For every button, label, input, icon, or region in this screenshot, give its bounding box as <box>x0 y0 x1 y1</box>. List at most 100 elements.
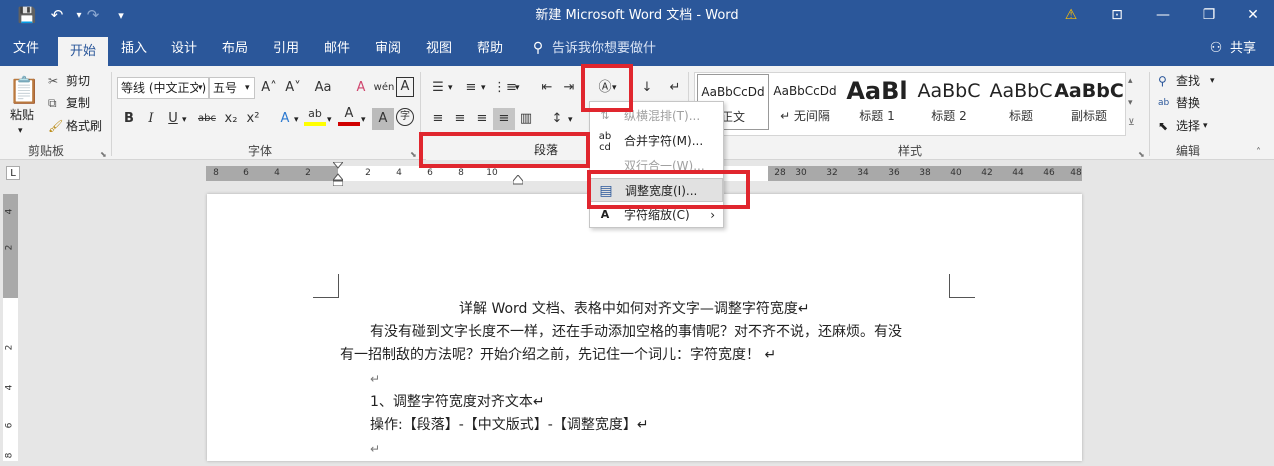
italic-button[interactable]: I <box>140 108 162 130</box>
replace-icon[interactable]: ab <box>1158 94 1169 112</box>
style-heading2[interactable]: AaBbC 标题 2 <box>913 74 985 130</box>
tab-layout[interactable]: 布局 <box>213 31 257 66</box>
character-shading-icon[interactable]: A <box>372 108 394 130</box>
minimize-button[interactable]: — <box>1140 0 1186 31</box>
highlight-icon[interactable]: ab <box>304 106 326 126</box>
bold-button[interactable]: B <box>118 108 140 130</box>
numbering-icon[interactable]: ≡ <box>460 77 482 99</box>
highlight-dropdown-icon[interactable]: ▾ <box>327 111 332 129</box>
tab-view[interactable]: 视图 <box>417 31 461 66</box>
format-painter-button[interactable]: 格式刷 <box>66 117 102 135</box>
copy-button[interactable]: 复制 <box>66 94 90 112</box>
font-color-icon[interactable]: A <box>338 106 360 126</box>
crop-mark-left <box>313 274 339 298</box>
doc-para1-line1: 有没有碰到文字长度不一样，还在手动添加空格的事情呢？对不齐不说，还麻烦。有没 <box>370 324 902 340</box>
align-right-icon[interactable]: ≡ <box>471 108 493 130</box>
find-icon[interactable]: ⚲ <box>1158 72 1167 90</box>
share-button[interactable]: 共享 <box>1226 31 1260 66</box>
tab-file[interactable]: 文件 <box>4 31 48 66</box>
highlight-box-asian-layout <box>581 64 633 112</box>
share-person-icon[interactable]: ⚇ <box>1208 31 1224 66</box>
format-painter-icon[interactable]: 🖌 <box>48 117 63 135</box>
text-effects-dropdown-icon[interactable]: ▾ <box>294 111 299 129</box>
select-dropdown-icon[interactable]: ▾ <box>1203 117 1208 135</box>
select-button[interactable]: 选择 <box>1176 117 1200 135</box>
subscript-button[interactable]: x₂ <box>220 108 242 130</box>
tab-design[interactable]: 设计 <box>162 31 206 66</box>
character-border-icon[interactable]: A <box>396 77 414 97</box>
find-dropdown-icon[interactable]: ▾ <box>1210 72 1215 90</box>
close-button[interactable]: ✕ <box>1230 0 1274 31</box>
styles-scroll-up-icon[interactable]: ▴ <box>1128 72 1133 90</box>
copy-icon[interactable]: ⧉ <box>48 94 57 112</box>
warning-icon[interactable]: ⚠ <box>1048 0 1094 31</box>
editing-group-label: 编辑 <box>1175 144 1200 158</box>
bullets-icon[interactable]: ☰ <box>427 77 449 99</box>
paste-icon[interactable]: 📋 <box>8 74 40 108</box>
ruler-tick: 40 <box>950 168 962 178</box>
multilevel-dropdown-icon[interactable]: ▾ <box>515 79 520 97</box>
text-effects-icon[interactable]: A <box>274 108 296 130</box>
multilevel-list-icon[interactable]: ⋮≡ <box>493 77 517 99</box>
align-center-icon[interactable]: ≡ <box>449 108 471 130</box>
ruler-tick: 36 <box>888 168 900 178</box>
enclose-characters-icon[interactable]: 字 <box>396 108 414 126</box>
ribbon-display-options-icon[interactable]: ⊡ <box>1094 0 1140 31</box>
sort-icon[interactable]: ↓ <box>636 77 658 99</box>
style-title[interactable]: AaBbC 标题 <box>985 74 1057 130</box>
cut-button[interactable]: 剪切 <box>66 72 90 90</box>
decrease-indent-icon[interactable]: ⇤ <box>536 77 558 99</box>
justify-icon[interactable]: ≡ <box>493 108 515 130</box>
superscript-button[interactable]: x² <box>242 108 264 130</box>
lightbulb-search-icon[interactable]: ⚲ <box>528 31 548 66</box>
grow-font-icon[interactable]: A˄ <box>258 77 280 99</box>
replace-button[interactable]: 替换 <box>1176 94 1200 112</box>
combine-characters-icon: ab cd <box>598 131 612 153</box>
font-size-dropdown-icon[interactable]: ▾ <box>245 79 250 97</box>
change-case-icon[interactable]: Aa <box>308 77 338 99</box>
paste-dropdown-icon[interactable]: ▾ <box>18 122 23 140</box>
styles-more-icon[interactable]: ⊻ <box>1128 114 1135 132</box>
select-icon[interactable]: ⬉ <box>1158 117 1168 135</box>
font-name-dropdown-icon[interactable]: ▾ <box>198 79 203 97</box>
show-marks-icon[interactable]: ↵ <box>664 77 686 99</box>
ruler-tick: 34 <box>857 168 869 178</box>
font-name-combo[interactable]: 等线 (中文正文) <box>117 77 209 99</box>
tab-mailings[interactable]: 邮件 <box>315 31 359 66</box>
align-left-icon[interactable]: ≡ <box>427 108 449 130</box>
shrink-font-icon[interactable]: A˅ <box>282 77 304 99</box>
vertical-ruler[interactable]: 4 2 2 4 6 8 <box>3 194 18 461</box>
tab-home[interactable]: 开始 <box>58 37 108 66</box>
clear-formatting-icon[interactable]: A <box>350 77 372 99</box>
styles-scroll-down-icon[interactable]: ▾ <box>1128 94 1133 112</box>
distributed-icon[interactable]: ▥ <box>515 108 537 130</box>
menu-item-combine-characters[interactable]: ab cd 合并字符(M)... <box>590 129 723 153</box>
right-indent-marker[interactable] <box>512 174 524 185</box>
restore-button[interactable]: ❐ <box>1186 0 1232 31</box>
increase-indent-icon[interactable]: ⇥ <box>558 77 580 99</box>
find-button[interactable]: 查找 <box>1176 72 1200 90</box>
line-spacing-dropdown-icon[interactable]: ▾ <box>568 111 573 129</box>
phonetic-guide-icon[interactable]: wén <box>373 77 395 99</box>
cut-icon[interactable]: ✂ <box>48 72 58 90</box>
tab-help[interactable]: 帮助 <box>468 31 512 66</box>
tab-selector[interactable]: L <box>6 166 20 180</box>
strikethrough-button[interactable]: abc <box>196 108 218 130</box>
font-color-dropdown-icon[interactable]: ▾ <box>361 111 366 129</box>
line-spacing-icon[interactable]: ↕ <box>546 108 568 130</box>
style-no-spacing[interactable]: AaBbCcDd ↵ 无间隔 <box>769 74 841 130</box>
vruler-tick: 4 <box>4 384 15 391</box>
underline-button[interactable]: U <box>162 108 184 130</box>
first-line-indent-marker[interactable] <box>331 161 345 187</box>
tab-insert[interactable]: 插入 <box>112 31 156 66</box>
tell-me-input[interactable]: 告诉我你想要做什么 <box>552 31 662 91</box>
underline-dropdown-icon[interactable]: ▾ <box>182 111 187 129</box>
style-heading1-name: 标题 1 <box>859 109 895 123</box>
numbering-dropdown-icon[interactable]: ▾ <box>481 79 486 97</box>
bullets-dropdown-icon[interactable]: ▾ <box>448 79 453 97</box>
style-subtitle[interactable]: AaBbC 副标题 <box>1053 74 1125 130</box>
style-heading1[interactable]: AaBl 标题 1 <box>841 74 913 130</box>
tab-references[interactable]: 引用 <box>264 31 308 66</box>
tab-review[interactable]: 审阅 <box>366 31 410 66</box>
document-page[interactable]: 详解 Word 文档、表格中如何对齐文字—调整字符宽度↵ 有没有碰到文字长度不一… <box>207 194 1082 461</box>
